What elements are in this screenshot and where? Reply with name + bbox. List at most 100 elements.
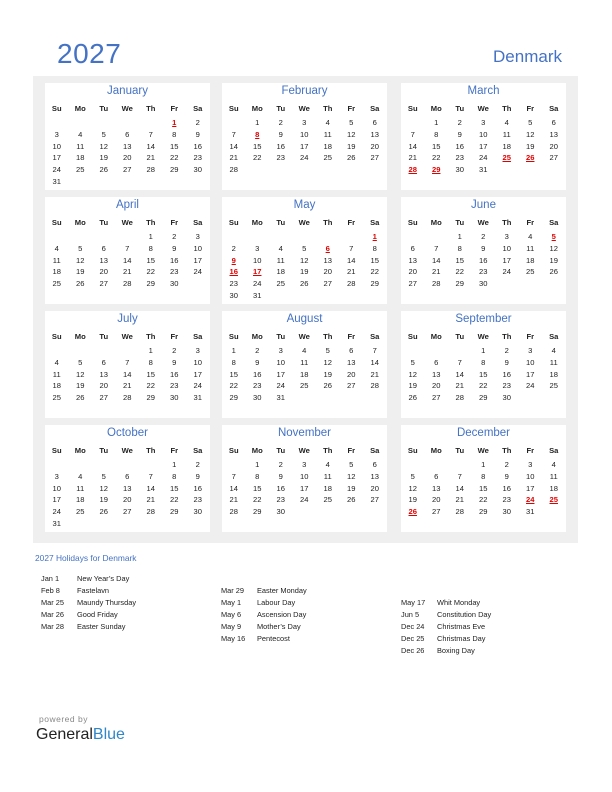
day-cell: 16	[502, 483, 511, 493]
empty-cell	[293, 506, 317, 518]
month-title: July	[117, 313, 138, 325]
day-cell: 28	[229, 165, 238, 175]
holiday-name: Boxing Day	[437, 646, 475, 655]
day-cell: 8	[481, 471, 486, 481]
day-cell: 10	[193, 243, 202, 253]
day-cell: 7	[125, 243, 130, 253]
day-cell: 7	[148, 129, 153, 139]
week-row: 12 13 14 15 16 17 18	[401, 369, 566, 381]
day-cell: 5	[410, 471, 415, 481]
day-cell: 3	[504, 232, 509, 241]
day-cell: 13	[99, 369, 108, 379]
day-cell: 2	[481, 232, 486, 241]
day-cell: 11	[549, 471, 558, 481]
month-title: January	[107, 85, 148, 97]
week-row: 28	[222, 164, 387, 176]
day-cell: 1	[231, 346, 236, 355]
weekday-label: Mo	[430, 104, 442, 113]
day-cell: 19	[323, 369, 332, 379]
day-cell: 20	[99, 381, 108, 391]
week-row: 21 22 23 24 25 26 27	[401, 152, 566, 164]
day-cell: 7	[148, 471, 153, 481]
weekday-label: Tu	[455, 446, 465, 455]
day-cell: 31	[526, 507, 535, 517]
month-july: July Su Mo Tu We Th Fr Sa 1 2 3 4 5 6 7 8 9 10 11 12 13 14 15 1…	[45, 311, 210, 418]
week-row: 21 22 23 24 25 26 27	[222, 494, 387, 506]
day-cell: 23	[193, 495, 202, 505]
day-cell: 1	[148, 346, 153, 355]
day-cell: 7	[372, 346, 377, 355]
weekday-label: Th	[502, 332, 512, 341]
holiday-name: Constitution Day	[437, 610, 492, 619]
holiday-date-label: Dec 26	[401, 646, 425, 655]
day-cell: 4	[528, 232, 533, 241]
empty-cell	[186, 176, 210, 188]
week-row: 22 23 24 25 26 27 28	[222, 380, 387, 392]
weekday-label: Su	[51, 446, 62, 455]
day-cell: 29	[229, 393, 238, 403]
month-october: October Su Mo Tu We Th Fr Sa 1 2 3 4 5 6 7 8 9 10 11 12 13 14…	[45, 425, 210, 532]
holiday-date: 16	[229, 267, 238, 277]
day-cell: 15	[170, 483, 179, 493]
holiday-item: Jan 1 New Year’s Day	[41, 573, 136, 585]
weekday-label: Mo	[74, 218, 86, 227]
day-cell: 16	[170, 255, 179, 265]
day-cell: 11	[52, 255, 61, 265]
week-row: 1	[222, 231, 387, 243]
weekday-label: We	[477, 446, 489, 455]
weekday-label: Mo	[251, 446, 263, 455]
day-cell: 3	[54, 471, 59, 481]
day-cell: 9	[172, 357, 177, 367]
empty-cell	[519, 278, 543, 290]
holiday-item: Jun 5 Constitution Day	[401, 609, 491, 621]
day-cell: 31	[253, 291, 262, 300]
empty-cell	[363, 290, 387, 302]
empty-cell	[116, 117, 140, 129]
day-cell: 18	[52, 267, 61, 277]
weekday-label: Th	[323, 332, 333, 341]
week-row: 26 27 28 29 30 31	[401, 506, 566, 518]
day-cell: 1	[255, 460, 260, 469]
empty-cell	[269, 164, 293, 176]
day-cell: 12	[347, 471, 356, 481]
day-cell: 12	[99, 141, 108, 151]
weekday-label: Fr	[170, 446, 179, 455]
weekday-label: Sa	[193, 332, 203, 341]
holiday-date: 9	[231, 255, 236, 265]
day-cell: 23	[229, 279, 238, 289]
day-cell: 10	[52, 483, 61, 493]
week-row: 29 30 31	[222, 392, 387, 404]
weekday-label: Fr	[170, 332, 179, 341]
month-title: December	[456, 427, 511, 439]
day-cell: 6	[551, 118, 556, 127]
day-cell: 4	[325, 118, 330, 127]
day-cell: 19	[99, 153, 108, 163]
day-cell: 25	[526, 267, 535, 277]
day-cell: 8	[172, 471, 177, 481]
week-row: 3 4 5 6 7 8 9	[45, 471, 210, 483]
weekday-label: Su	[228, 332, 239, 341]
week-row: 19 20 21 22 23 24 25	[401, 380, 566, 392]
week-row: 23 24 25 26 27 28 29	[222, 278, 387, 290]
weekday-label: We	[298, 104, 310, 113]
day-cell: 21	[123, 267, 132, 277]
holiday-name: Christmas Eve	[437, 622, 486, 631]
week-row: 19 20 21 22 23 24 25	[401, 494, 566, 506]
day-cell: 22	[253, 495, 262, 505]
day-cell: 5	[410, 357, 415, 367]
week-row: 15 16 17 18 19 20 21	[222, 369, 387, 381]
day-cell: 22	[253, 153, 262, 163]
weekday-label: We	[477, 332, 489, 341]
day-cell: 7	[434, 243, 439, 253]
empty-cell	[293, 392, 317, 404]
day-cell: 9	[278, 129, 283, 139]
holiday-date: 17	[253, 267, 262, 277]
day-cell: 23	[193, 153, 202, 163]
week-row: 31	[45, 518, 210, 530]
day-cell: 5	[349, 118, 354, 127]
day-cell: 18	[76, 153, 85, 163]
day-cell: 30	[229, 291, 238, 300]
week-row: 13 14 15 16 17 18 19	[401, 255, 566, 267]
weekday-label: Fr	[347, 218, 356, 227]
day-cell: 29	[170, 507, 179, 517]
